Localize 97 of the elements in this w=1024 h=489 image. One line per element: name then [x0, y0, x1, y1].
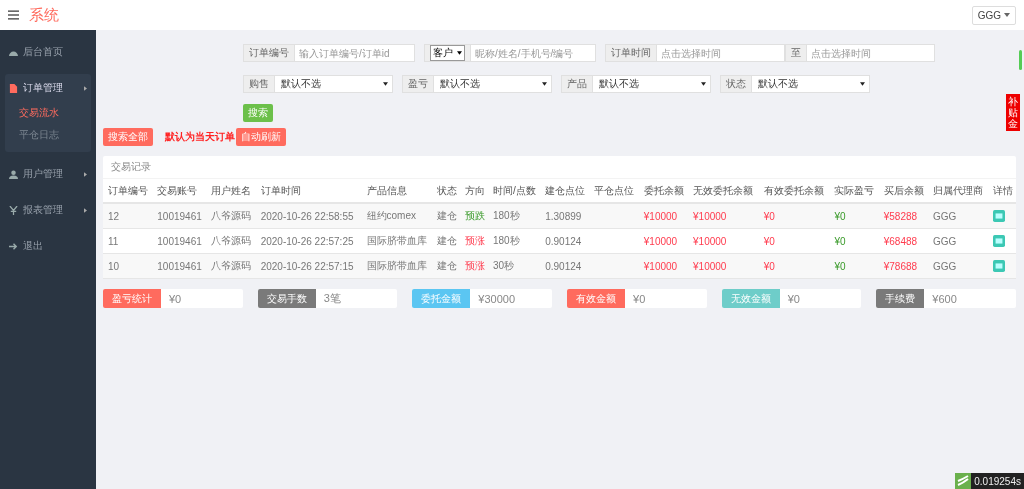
table-cell: 10019461 — [152, 203, 207, 229]
search-all-button[interactable]: 搜索全部 — [103, 128, 153, 146]
logo-icon[interactable] — [955, 473, 972, 489]
default-note: 默认为当天订单 — [165, 130, 235, 144]
detail-icon[interactable] — [993, 210, 1005, 222]
table-cell: 2020-10-26 22:57:15 — [255, 253, 362, 279]
yen-icon — [9, 205, 18, 215]
sidebar-item[interactable]: 后台首页 — [5, 38, 91, 66]
table-cell: 建仓 — [432, 253, 461, 279]
table-cell: 0.90124 — [540, 228, 590, 254]
table-cell: ¥10000 — [688, 228, 759, 254]
menu-icon[interactable] — [8, 10, 19, 20]
start-time-field[interactable]: 点击选择时间 — [657, 44, 785, 62]
document-icon — [9, 83, 18, 93]
field-label: 盈亏 — [402, 75, 434, 93]
table-cell: ¥10000 — [688, 203, 759, 229]
order-number-field[interactable]: 输入订单编号/订单id — [295, 44, 415, 62]
summary-label: 交易手数 — [257, 289, 316, 308]
table-cell: GGG — [928, 253, 988, 279]
sidebar-item[interactable]: 用户管理 — [5, 160, 91, 188]
field-label: 订单时间 — [605, 44, 657, 62]
submenu-item[interactable]: 平仓日志 — [5, 124, 91, 146]
field-label: 至 — [785, 44, 807, 62]
summary-value: ¥0 — [786, 291, 800, 307]
table-cell: 八爷源码 — [206, 203, 256, 229]
customer-search-field[interactable]: 昵称/姓名/手机号/编号 — [471, 44, 596, 62]
card-title: 交易记录 — [111, 160, 151, 174]
table-cell: 建仓 — [432, 203, 461, 229]
table-cell: ¥10000 — [638, 228, 689, 254]
table-cell: 国际脐带血库 — [361, 228, 433, 254]
table-cell: 0.90124 — [540, 253, 590, 279]
caret-icon — [383, 82, 388, 86]
table-cell: 预跌 — [460, 203, 488, 229]
table-cell: 八爷源码 — [206, 253, 256, 279]
table-cell: GGG — [928, 228, 988, 254]
caret-icon — [1004, 13, 1010, 17]
field-label: 产品 — [561, 75, 593, 93]
table-cell: 建仓 — [432, 228, 461, 254]
submenu-item[interactable]: 交易流水 — [5, 102, 91, 124]
summary-label: 有效金额 — [567, 289, 625, 308]
trace-time: 0.019254s — [971, 473, 1024, 489]
app-title: 系统 — [29, 5, 59, 25]
table-cell: 2020-10-26 22:58:55 — [255, 203, 362, 229]
sidebar-item[interactable]: 退出 — [5, 232, 91, 260]
sidebar-item[interactable]: 订单管理 — [5, 74, 91, 102]
detail-icon[interactable] — [993, 260, 1005, 272]
user-dropdown[interactable]: GGG — [971, 5, 1016, 25]
table-cell: 10019461 — [152, 253, 207, 279]
caret-icon — [457, 51, 462, 55]
summary-value: ¥600 — [931, 291, 957, 307]
table-cell: 11 — [103, 228, 153, 254]
exit-icon — [9, 241, 18, 251]
summary-label: 委托金额 — [412, 289, 471, 308]
summary-label: 无效金额 — [721, 289, 780, 308]
summary-value: 3笔 — [322, 291, 341, 306]
side-tab[interactable]: 补贴金 — [1006, 94, 1020, 131]
summary-value: ¥0 — [632, 291, 646, 307]
summary-value: ¥0 — [168, 291, 182, 307]
table-cell: 预涨 — [460, 228, 488, 254]
field-label: 购售 — [243, 75, 275, 93]
filter-select[interactable]: 默认不选 — [275, 75, 393, 93]
sidebar-item[interactable]: 报表管理 — [5, 196, 91, 224]
field-label: 订单编号 — [243, 44, 295, 62]
caret-icon — [542, 82, 547, 86]
scroll-indicator — [1019, 50, 1022, 70]
auto-refresh-button[interactable]: 自动刷新 — [236, 128, 286, 146]
field-label: 状态 — [720, 75, 752, 93]
table-cell: 八爷源码 — [206, 228, 256, 254]
summary-label: 手续费 — [876, 289, 925, 308]
table-cell: ¥0 — [829, 228, 879, 254]
filter-select[interactable]: 默认不选 — [752, 75, 870, 93]
filter-select[interactable]: 默认不选 — [593, 75, 711, 93]
summary-label: 盈亏统计 — [103, 289, 161, 308]
table-cell: 10 — [103, 253, 153, 279]
caret-icon — [860, 82, 865, 86]
table-cell: 180秒 — [487, 228, 541, 254]
table-cell: ¥0 — [829, 203, 879, 229]
chevron-icon — [84, 85, 87, 91]
chevron-icon — [84, 171, 87, 177]
chevron-icon — [84, 207, 87, 213]
table-cell: 2020-10-26 22:57:25 — [255, 228, 362, 254]
table-cell: 12 — [103, 203, 153, 229]
end-time-field[interactable]: 点击选择时间 — [807, 44, 935, 62]
table-cell: GGG — [928, 203, 988, 229]
summary-value: ¥30000 — [477, 291, 516, 307]
table-cell: 预涨 — [460, 253, 488, 279]
filter-select[interactable]: 默认不选 — [434, 75, 552, 93]
user-icon — [9, 169, 18, 179]
table-cell: ¥10000 — [688, 253, 759, 279]
table-cell: ¥68488 — [878, 228, 928, 254]
detail-icon[interactable] — [993, 235, 1005, 247]
table-cell: 10019461 — [152, 228, 207, 254]
table-cell: ¥0 — [758, 228, 830, 254]
table-cell: ¥0 — [829, 253, 879, 279]
caret-icon — [701, 82, 706, 86]
customer-type-select[interactable]: 客户 — [430, 45, 465, 61]
table-cell: 1.30899 — [540, 203, 590, 229]
